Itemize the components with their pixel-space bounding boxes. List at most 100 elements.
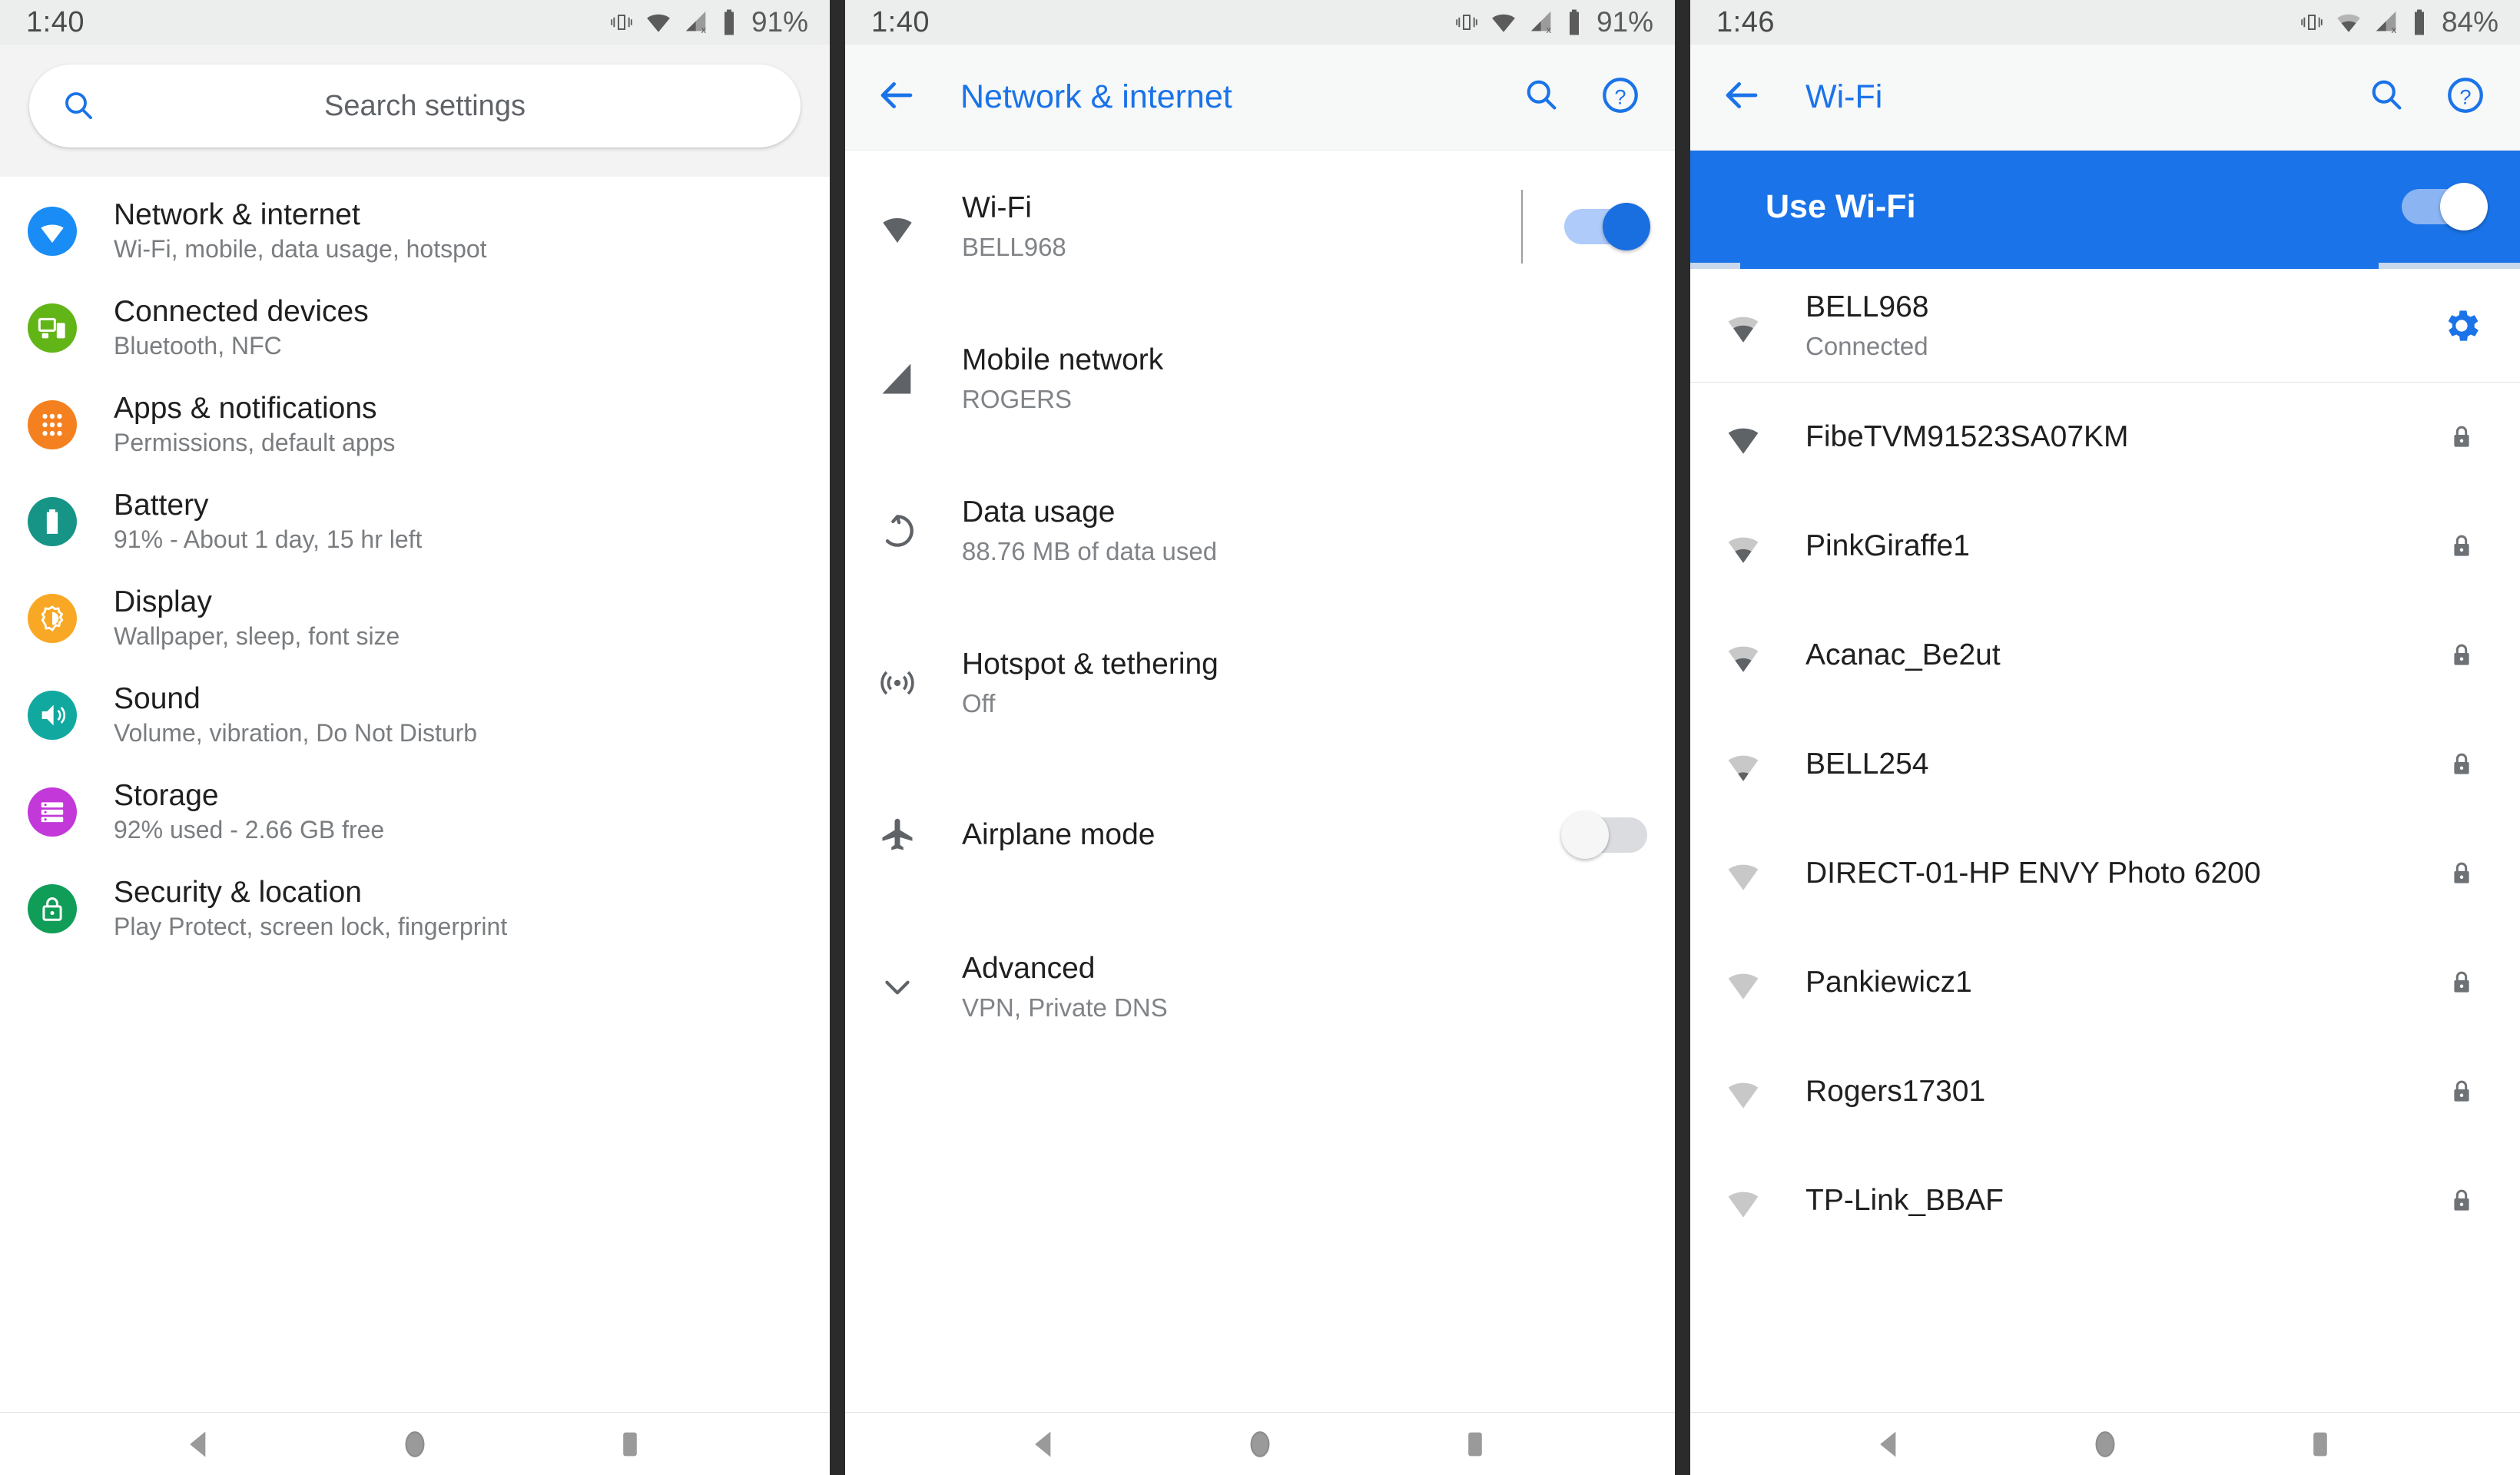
- network-ssid: DIRECT-01-HP ENVY Photo 6200: [1805, 856, 2261, 890]
- use-wifi-toggle[interactable]: [2402, 183, 2488, 230]
- vibrate-icon: [611, 15, 632, 30]
- network-list: Wi-Fi BELL968 Mobile network ROGERS Data…: [845, 151, 1675, 1063]
- battery-percent: 84%: [2441, 6, 2498, 38]
- navigation-bar: [1690, 1412, 2520, 1475]
- list-item-airplane-mode[interactable]: Airplane mode: [845, 759, 1675, 911]
- panel-wifi: 1:46 x 84% Wi-Fi ? Use Wi-Fi BELL968 Con…: [1690, 0, 2520, 1475]
- sidebar-item-security-location[interactable]: Security & location Play Protect, screen…: [0, 860, 830, 957]
- back-arrow-icon[interactable]: [1721, 75, 1762, 120]
- sidebar-item-display[interactable]: Display Wallpaper, sleep, font size: [0, 570, 830, 667]
- list-item-label: Hotspot & tethering: [962, 648, 1219, 681]
- list-item-network[interactable]: Pankiewicz1: [1690, 928, 2520, 1037]
- status-time: 1:40: [26, 5, 85, 38]
- use-wifi-row[interactable]: Use Wi-Fi: [1690, 151, 2520, 263]
- status-bar: 1:40 x 91%: [845, 0, 1675, 45]
- sidebar-item-subtitle: Volume, vibration, Do Not Disturb: [114, 719, 478, 747]
- hotspot-icon: [873, 663, 922, 703]
- wifi-signal-icon: [1718, 742, 1769, 787]
- navigation-bar: [0, 1412, 830, 1475]
- wifi-signal-icon: [1718, 1178, 1769, 1223]
- sidebar-item-label: Storage: [114, 779, 219, 813]
- list-item-network[interactable]: Rogers17301: [1690, 1037, 2520, 1146]
- nav-back-icon[interactable]: [165, 1421, 234, 1467]
- airplane-icon: [873, 815, 922, 855]
- list-item-advanced[interactable]: Advanced VPN, Private DNS: [845, 911, 1675, 1063]
- nav-back-icon[interactable]: [1855, 1421, 1925, 1467]
- network-ssid: FibeTVM91523SA07KM: [1805, 419, 2129, 453]
- cell-signal-off-icon: x: [685, 11, 707, 35]
- search-icon[interactable]: [2366, 75, 2406, 119]
- svg-text:?: ?: [1614, 85, 1626, 108]
- nav-recents-icon[interactable]: [595, 1421, 665, 1467]
- panel-network-internet: 1:40 x 91% Network & internet ? Wi-Fi BE…: [845, 0, 1675, 1475]
- sidebar-item-network-internet[interactable]: Network & internet Wi-Fi, mobile, data u…: [0, 183, 830, 280]
- network-ssid: BELL968: [1805, 290, 1929, 324]
- battery-icon: [2414, 9, 2424, 35]
- list-item-network[interactable]: PinkGiraffe1: [1690, 492, 2520, 601]
- status-time: 1:40: [871, 5, 930, 38]
- panel-divider-1: [830, 0, 845, 1475]
- sidebar-item-connected-devices[interactable]: Connected devices Bluetooth, NFC: [0, 280, 830, 376]
- wifi-toggle[interactable]: [1564, 203, 1650, 250]
- sidebar-item-subtitle: Play Protect, screen lock, fingerprint: [114, 913, 508, 941]
- status-icon-group: x 84%: [2300, 6, 2498, 38]
- wifi-icon: [1492, 14, 1515, 32]
- list-item-network[interactable]: BELL968 Connected: [1690, 269, 2520, 383]
- nav-home-icon[interactable]: [1225, 1421, 1295, 1467]
- network-ssid: TP-Link_BBAF: [1805, 1183, 2004, 1217]
- list-item-wifi[interactable]: Wi-Fi BELL968: [845, 151, 1675, 303]
- nav-home-icon[interactable]: [2071, 1421, 2140, 1467]
- wifi-signal-icon: [1718, 960, 1769, 1005]
- list-item-network[interactable]: DIRECT-01-HP ENVY Photo 6200: [1690, 819, 2520, 928]
- search-icon[interactable]: [1521, 75, 1561, 119]
- list-item-hotspot-tethering[interactable]: Hotspot & tethering Off: [845, 607, 1675, 759]
- nav-recents-icon[interactable]: [1441, 1421, 1510, 1467]
- storage-icon: [28, 787, 77, 837]
- wifi-signal-icon: [1718, 1069, 1769, 1114]
- svg-text:x: x: [1547, 24, 1552, 35]
- scanning-progress-bar: [1690, 263, 2520, 269]
- lock-icon: [2439, 858, 2485, 889]
- battery-icon: [1569, 9, 1579, 35]
- list-item-network[interactable]: FibeTVM91523SA07KM: [1690, 383, 2520, 492]
- vibrate-icon: [1456, 15, 1477, 30]
- list-item-mobile-network[interactable]: Mobile network ROGERS: [845, 303, 1675, 455]
- list-item-data-usage[interactable]: Data usage 88.76 MB of data used: [845, 455, 1675, 607]
- list-item-network[interactable]: BELL254: [1690, 710, 2520, 819]
- status-bar: 1:46 x 84%: [1690, 0, 2520, 45]
- sidebar-item-subtitle: Wallpaper, sleep, font size: [114, 622, 400, 651]
- network-ssid: Pankiewicz1: [1805, 965, 1972, 999]
- gear-icon[interactable]: [2439, 305, 2485, 346]
- lock-icon: [2439, 531, 2485, 562]
- sidebar-item-label: Apps & notifications: [114, 392, 377, 426]
- sidebar-item-subtitle: 92% used - 2.66 GB free: [114, 816, 385, 844]
- sidebar-item-storage[interactable]: Storage 92% used - 2.66 GB free: [0, 764, 830, 860]
- list-item-label: Wi-Fi: [962, 191, 1032, 224]
- list-item-network[interactable]: Acanac_Be2ut: [1690, 601, 2520, 710]
- sidebar-item-battery[interactable]: Battery 91% - About 1 day, 15 hr left: [0, 473, 830, 570]
- signal-icon: [873, 359, 922, 399]
- panel-settings-home: 1:40 x 91% Search settings Network & int…: [0, 0, 830, 1475]
- airplane-mode-toggle[interactable]: [1561, 811, 1647, 859]
- nav-back-icon[interactable]: [1010, 1421, 1079, 1467]
- sidebar-item-apps-notifications[interactable]: Apps & notifications Permissions, defaul…: [0, 376, 830, 473]
- sidebar-item-sound[interactable]: Sound Volume, vibration, Do Not Disturb: [0, 667, 830, 764]
- nav-recents-icon[interactable]: [2286, 1421, 2355, 1467]
- wifi-network-list: BELL968 Connected FibeTVM91523SA07KM Pin…: [1690, 269, 2520, 1255]
- sidebar-item-subtitle: Permissions, default apps: [114, 429, 396, 457]
- help-icon[interactable]: ?: [2445, 75, 2486, 120]
- back-arrow-icon[interactable]: [876, 75, 917, 120]
- sidebar-item-subtitle: Bluetooth, NFC: [114, 332, 282, 360]
- search-input[interactable]: Search settings: [29, 65, 801, 148]
- status-icon-group: x 91%: [610, 6, 808, 38]
- svg-text:x: x: [701, 24, 707, 35]
- sidebar-item-label: Network & internet: [114, 198, 360, 232]
- wifi-signal-icon: [1718, 303, 1769, 348]
- lock-icon: [2439, 640, 2485, 671]
- page-title: Wi-Fi: [1805, 78, 1883, 115]
- list-item-network[interactable]: TP-Link_BBAF: [1690, 1146, 2520, 1255]
- nav-home-icon[interactable]: [380, 1421, 449, 1467]
- list-item-subtitle: VPN, Private DNS: [962, 993, 1168, 1022]
- help-icon[interactable]: ?: [1600, 75, 1641, 120]
- list-item-subtitle: 88.76 MB of data used: [962, 537, 1218, 565]
